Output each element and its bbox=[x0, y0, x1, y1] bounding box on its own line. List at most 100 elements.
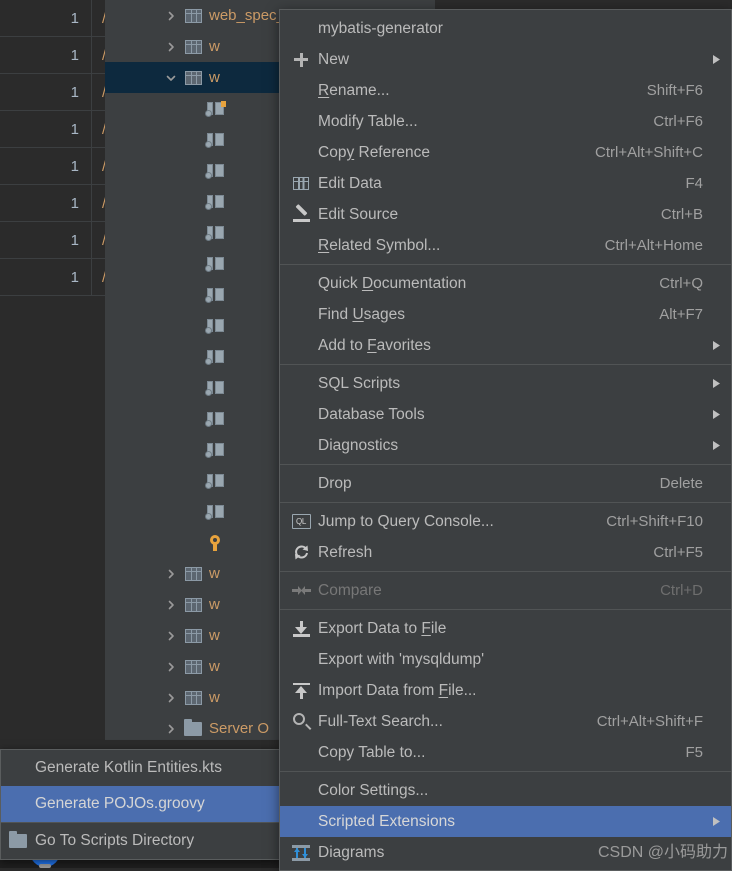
menu-item-label: Diagnostics bbox=[318, 436, 399, 454]
menu-item-refresh[interactable]: Refresh Ctrl+F5 bbox=[280, 537, 731, 568]
column-glyph bbox=[205, 504, 225, 520]
menu-item-copy-table-to[interactable]: Copy Table to... F5 bbox=[280, 737, 731, 768]
chevron-right-icon[interactable] bbox=[160, 651, 182, 682]
submenu-arrow-icon bbox=[703, 409, 721, 420]
scripted-extensions-submenu[interactable]: Generate Kotlin Entities.kts Generate POJ… bbox=[0, 749, 281, 860]
table-icon bbox=[182, 597, 204, 612]
submenu-item-go-to-scripts-directory[interactable]: Go To Scripts Directory bbox=[1, 823, 280, 859]
menu-item-shortcut: Ctrl+Alt+Shift+C bbox=[595, 144, 703, 161]
chevron-right-icon[interactable] bbox=[160, 713, 182, 740]
tree-item-label: w bbox=[209, 38, 220, 55]
grid-cell-rownum[interactable]: 1 bbox=[0, 0, 92, 36]
column-icon bbox=[204, 194, 226, 210]
grid-cell-rownum[interactable]: 1 bbox=[0, 222, 92, 258]
menu-item-label: SQL Scripts bbox=[318, 374, 401, 392]
tree-item-label: w bbox=[209, 689, 220, 706]
menu-item-shortcut: Ctrl+D bbox=[660, 582, 703, 599]
menu-item-color-settings[interactable]: Color Settings... bbox=[280, 775, 731, 806]
folder-glyph bbox=[184, 718, 202, 736]
menu-item-sql-scripts[interactable]: SQL Scripts bbox=[280, 368, 731, 399]
column-glyph bbox=[205, 349, 225, 365]
menu-item-export-data-to-file[interactable]: Export Data to File bbox=[280, 613, 731, 644]
menu-item-label: Quick Documentation bbox=[318, 274, 467, 292]
menu-item-label: Full-Text Search... bbox=[318, 712, 443, 730]
ql-glyph: QL bbox=[291, 514, 311, 529]
menu-item-label: Copy Table to... bbox=[318, 743, 426, 761]
chevron-right-icon[interactable] bbox=[160, 589, 182, 620]
column-icon bbox=[204, 132, 226, 148]
menu-item-new[interactable]: New bbox=[280, 44, 731, 75]
refresh-glyph bbox=[293, 544, 310, 561]
submenu-item-label: Go To Scripts Directory bbox=[35, 832, 195, 849]
menu-item-shortcut: F4 bbox=[685, 175, 703, 192]
grid-icon bbox=[284, 177, 318, 190]
menu-item-import-data-from-file[interactable]: Import Data from File... bbox=[280, 675, 731, 706]
grid-cell-rownum[interactable]: 1 bbox=[0, 259, 92, 295]
menu-item-find-usages[interactable]: Find Usages Alt+F7 bbox=[280, 299, 731, 330]
chevron-down-icon[interactable] bbox=[160, 62, 182, 93]
column-icon bbox=[204, 380, 226, 396]
table-glyph bbox=[184, 70, 202, 85]
column-icon bbox=[204, 442, 226, 458]
column-icon bbox=[204, 225, 226, 241]
menu-item-modify-table[interactable]: Modify Table... Ctrl+F6 bbox=[280, 106, 731, 137]
menu-item-label: Database Tools bbox=[318, 405, 425, 423]
table-icon bbox=[182, 566, 204, 581]
chevron-right-icon[interactable] bbox=[160, 0, 182, 31]
table-context-menu[interactable]: mybatis-generator New Rename... Shift+F6 Mod… bbox=[279, 9, 732, 871]
menu-item-edit-source[interactable]: Edit Source Ctrl+B bbox=[280, 199, 731, 230]
column-icon bbox=[204, 473, 226, 489]
submenu-item-generate-kotlin-entities[interactable]: Generate Kotlin Entities.kts bbox=[1, 750, 280, 786]
menu-item-label: New bbox=[318, 50, 350, 68]
menu-item-label: Import Data from File... bbox=[318, 681, 477, 699]
menu-item-diagnostics[interactable]: Diagnostics bbox=[280, 430, 731, 461]
menu-item-rename[interactable]: Rename... Shift+F6 bbox=[280, 75, 731, 106]
menu-item-related-symbol[interactable]: Related Symbol... Ctrl+Alt+Home bbox=[280, 230, 731, 261]
column-glyph bbox=[205, 287, 225, 303]
menu-item-quick-documentation[interactable]: Quick Documentation Ctrl+Q bbox=[280, 268, 731, 299]
compare-icon bbox=[284, 583, 318, 598]
grid-cell-rownum[interactable]: 1 bbox=[0, 74, 92, 110]
menu-item-shortcut: Alt+F7 bbox=[659, 306, 703, 323]
menu-item-database-tools[interactable]: Database Tools bbox=[280, 399, 731, 430]
menu-item-compare[interactable]: Compare Ctrl+D bbox=[280, 575, 731, 606]
table-glyph bbox=[184, 566, 202, 581]
menu-item-label: Add to Favorites bbox=[318, 336, 431, 354]
menu-item-drop[interactable]: Drop Delete bbox=[280, 468, 731, 499]
menu-item-label: mybatis-generator bbox=[318, 19, 443, 37]
menu-item-jump-to-query-console[interactable]: QL Jump to Query Console... Ctrl+Shift+F10 bbox=[280, 506, 731, 537]
grid-cell-rownum[interactable]: 1 bbox=[0, 185, 92, 221]
grid-cell-rownum[interactable]: 1 bbox=[0, 111, 92, 147]
column-glyph bbox=[205, 194, 225, 210]
grid-glyph bbox=[293, 177, 309, 190]
submenu-item-generate-pojos[interactable]: Generate POJOs.groovy bbox=[1, 786, 280, 822]
menu-item-edit-data[interactable]: Edit Data F4 bbox=[280, 168, 731, 199]
menu-item-shortcut: Ctrl+F5 bbox=[653, 544, 703, 561]
chevron-right-icon[interactable] bbox=[160, 31, 182, 62]
tree-item-label: Server O bbox=[209, 720, 270, 737]
menu-item-add-to-favorites[interactable]: Add to Favorites bbox=[280, 330, 731, 361]
menu-item-mybatis-generator[interactable]: mybatis-generator bbox=[280, 13, 731, 44]
upload-icon bbox=[284, 682, 318, 699]
search-glyph bbox=[292, 713, 311, 730]
submenu-arrow-icon bbox=[703, 378, 721, 389]
menu-item-full-text-search[interactable]: Full-Text Search... Ctrl+Alt+Shift+F bbox=[280, 706, 731, 737]
submenu-item-label: Generate POJOs.groovy bbox=[35, 795, 205, 812]
menu-item-shortcut: Delete bbox=[659, 475, 703, 492]
chevron-right-icon[interactable] bbox=[160, 682, 182, 713]
grid-cell-rownum[interactable]: 1 bbox=[0, 37, 92, 73]
menu-item-scripted-extensions[interactable]: Scripted Extensions bbox=[280, 806, 731, 837]
folder-glyph bbox=[9, 831, 27, 848]
chevron-right-icon[interactable] bbox=[160, 558, 182, 589]
chevron-right-icon[interactable] bbox=[160, 620, 182, 651]
menu-item-shortcut: Ctrl+B bbox=[660, 206, 703, 223]
menu-item-copy-reference[interactable]: Copy Reference Ctrl+Alt+Shift+C bbox=[280, 137, 731, 168]
menu-item-export-with-mysqldump[interactable]: Export with 'mysqldump' bbox=[280, 644, 731, 675]
diagram-glyph bbox=[292, 844, 310, 861]
grid-cell-rownum[interactable]: 1 bbox=[0, 148, 92, 184]
column-glyph bbox=[205, 380, 225, 396]
